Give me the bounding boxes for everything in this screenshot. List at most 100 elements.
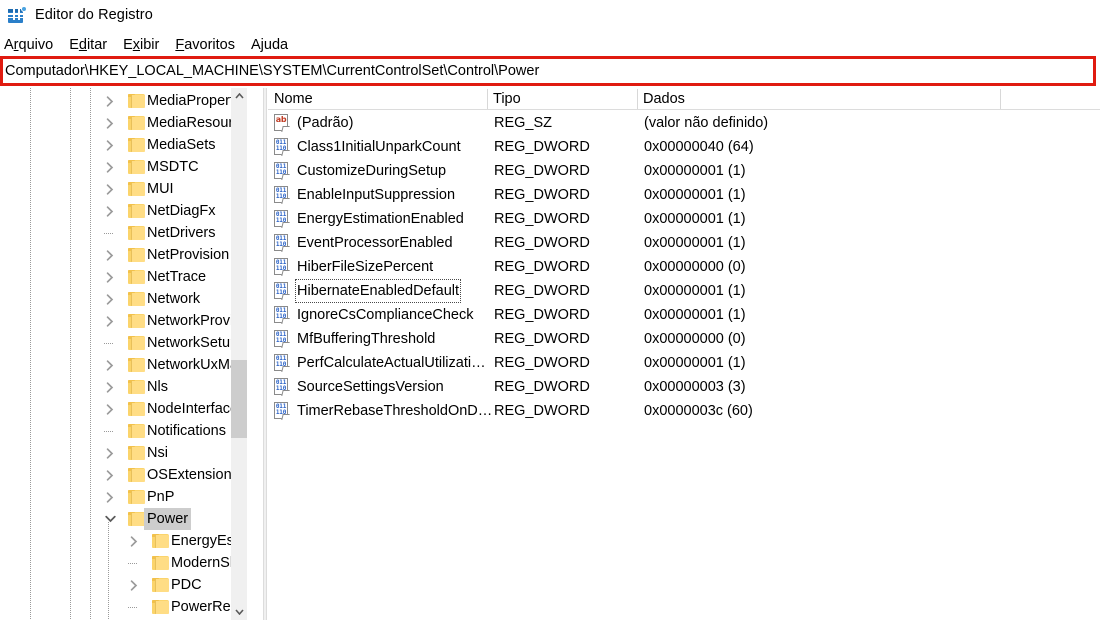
tree-item-networkprovid[interactable]: NetworkProvid — [0, 310, 247, 332]
registry-value-row[interactable]: ab (Padrão) REG_SZ (valor não definido) — [268, 111, 1100, 135]
tree-item-nls[interactable]: Nls — [0, 376, 247, 398]
folder-icon — [128, 402, 145, 416]
scroll-down-arrow-icon[interactable] — [231, 604, 247, 620]
menu-item-ajuda[interactable]: Ajuda — [243, 37, 296, 53]
chevron-right-icon[interactable] — [102, 134, 118, 156]
chevron-right-icon[interactable] — [102, 90, 118, 112]
tree-item-netprovision[interactable]: NetProvision — [0, 244, 247, 266]
value-data: 0x00000040 (64) — [644, 139, 754, 155]
chevron-right-icon[interactable] — [102, 200, 118, 222]
chevron-right-icon[interactable] — [102, 486, 118, 508]
registry-value-row[interactable]: 011 110 TimerRebaseThresholdOnD… REG_DWORD 0… — [268, 399, 1100, 423]
address-bar-input[interactable] — [3, 59, 1093, 83]
chevron-right-icon[interactable] — [102, 398, 118, 420]
tree-item-nsi[interactable]: Nsi — [0, 442, 247, 464]
tree-item-osextensionda[interactable]: OSExtensionDa — [0, 464, 247, 486]
column-divider[interactable] — [637, 89, 638, 109]
tree-item-netdiagfx[interactable]: NetDiagFx — [0, 200, 247, 222]
chevron-right-icon[interactable] — [126, 530, 142, 552]
registry-value-row[interactable]: 011 110 MfBufferingThreshold REG_DWORD 0x000… — [268, 327, 1100, 351]
tree-item-mediaresource[interactable]: MediaResource — [0, 112, 247, 134]
tree-item-msdtc[interactable]: MSDTC — [0, 156, 247, 178]
menu-item-favoritos[interactable]: Favoritos — [167, 37, 243, 53]
registry-tree[interactable]: MediaProperti MediaResource MediaSets MSDTC… — [0, 88, 247, 620]
chevron-right-icon[interactable] — [102, 112, 118, 134]
chevron-right-icon[interactable] — [102, 266, 118, 288]
chevron-right-icon[interactable] — [102, 464, 118, 486]
registry-value-row[interactable]: 011 110 IgnoreCsComplianceCheck REG_DWORD 0x… — [268, 303, 1100, 327]
tree-item-powerreque[interactable]: PowerReque — [0, 596, 247, 618]
column-header-dados[interactable]: Dados — [637, 88, 1000, 110]
value-type: REG_DWORD — [494, 259, 590, 275]
tree-item-modernslee[interactable]: ModernSlee — [0, 552, 247, 574]
registry-value-row[interactable]: 011 110 EventProcessorEnabled REG_DWORD 0x00… — [268, 231, 1100, 255]
tree-item-notifications[interactable]: Notifications — [0, 420, 247, 442]
tree-item-nodeinterfaces[interactable]: NodeInterfaces — [0, 398, 247, 420]
folder-icon — [128, 270, 145, 284]
tree-item-mediaproperti[interactable]: MediaProperti — [0, 90, 247, 112]
chevron-right-icon[interactable] — [102, 244, 118, 266]
dword-value-icon: 011 110 — [274, 378, 290, 396]
registry-value-row[interactable]: 011 110 HibernateEnabledDefault REG_DWORD 0x… — [268, 279, 1100, 303]
tree-item-networkuxman[interactable]: NetworkUxMan — [0, 354, 247, 376]
value-name: MfBufferingThreshold — [297, 331, 436, 347]
dword-value-icon: 011 110 — [274, 282, 290, 300]
tree-item-mui[interactable]: MUI — [0, 178, 247, 200]
registry-value-row[interactable]: 011 110 EnableInputSuppression REG_DWORD 0x0… — [268, 183, 1100, 207]
value-type: REG_DWORD — [494, 331, 590, 347]
registry-value-row[interactable]: 011 110 EnergyEstimationEnabled REG_DWORD 0x… — [268, 207, 1100, 231]
tree-guide-line — [108, 522, 109, 620]
value-name: SourceSettingsVersion — [297, 379, 444, 395]
tree-item-netdrivers[interactable]: NetDrivers — [0, 222, 247, 244]
chevron-right-icon[interactable] — [102, 442, 118, 464]
tree-item-network[interactable]: Network — [0, 288, 247, 310]
column-header-nome[interactable]: Nome — [268, 88, 487, 110]
dword-value-icon: 011 110 — [274, 210, 290, 228]
tree-leaf-connector — [128, 607, 137, 608]
chevron-right-icon[interactable] — [102, 288, 118, 310]
tree-item-networksetup2[interactable]: NetworkSetup2 — [0, 332, 247, 354]
registry-value-row[interactable]: 011 110 CustomizeDuringSetup REG_DWORD 0x000… — [268, 159, 1100, 183]
menu-item-arquivo[interactable]: Arquivo — [0, 37, 61, 53]
scrollbar-thumb[interactable] — [231, 360, 247, 438]
registry-value-row[interactable]: 011 110 SourceSettingsVersion REG_DWORD 0x00… — [268, 375, 1100, 399]
column-divider[interactable] — [1000, 89, 1001, 109]
tree-item-pnp[interactable]: PnP — [0, 486, 247, 508]
tree-item-nettrace[interactable]: NetTrace — [0, 266, 247, 288]
tree-item-label: NetDiagFx — [147, 203, 216, 219]
scroll-up-arrow-icon[interactable] — [231, 88, 247, 104]
column-divider[interactable] — [487, 89, 488, 109]
value-name: Class1InitialUnparkCount — [297, 139, 461, 155]
registry-values-list[interactable]: ab (Padrão) REG_SZ (valor não definido) 011 1… — [268, 111, 1100, 620]
pane-splitter[interactable] — [263, 88, 267, 620]
menu-item-exibir[interactable]: Exibir — [115, 37, 167, 53]
dword-value-icon: 011 110 — [274, 258, 290, 276]
folder-icon — [128, 512, 145, 526]
chevron-right-icon[interactable] — [102, 178, 118, 200]
column-header-tipo[interactable]: Tipo — [487, 88, 637, 110]
value-type: REG_DWORD — [494, 403, 590, 419]
chevron-right-icon[interactable] — [102, 156, 118, 178]
folder-icon — [152, 600, 169, 614]
chevron-right-icon[interactable] — [102, 310, 118, 332]
chevron-right-icon[interactable] — [126, 574, 142, 596]
value-data: 0x00000001 (1) — [644, 211, 746, 227]
chevron-right-icon[interactable] — [102, 376, 118, 398]
menu-item-editar[interactable]: Editar — [61, 37, 115, 53]
value-data: 0x00000001 (1) — [644, 187, 746, 203]
menu-bar: Arquivo Editar Exibir Favoritos Ajuda — [0, 34, 1100, 56]
folder-icon — [128, 182, 145, 196]
value-type: REG_DWORD — [494, 139, 590, 155]
tree-vertical-scrollbar[interactable] — [231, 88, 247, 620]
dword-value-icon: 011 110 — [274, 402, 290, 420]
tree-item-mediasets[interactable]: MediaSets — [0, 134, 247, 156]
tree-item-power[interactable]: Power — [0, 508, 247, 530]
tree-item-pdc[interactable]: PDC — [0, 574, 247, 596]
chevron-down-icon[interactable] — [102, 508, 118, 530]
registry-value-row[interactable]: 011 110 PerfCalculateActualUtilizati… REG_D… — [268, 351, 1100, 375]
registry-value-row[interactable]: 011 110 Class1InitialUnparkCount REG_DWORD 0… — [268, 135, 1100, 159]
registry-value-row[interactable]: 011 110 HiberFileSizePercent REG_DWORD 0x000… — [268, 255, 1100, 279]
value-name: EnableInputSuppression — [297, 187, 456, 203]
chevron-right-icon[interactable] — [102, 354, 118, 376]
tree-item-energyestim[interactable]: EnergyEstim — [0, 530, 247, 552]
